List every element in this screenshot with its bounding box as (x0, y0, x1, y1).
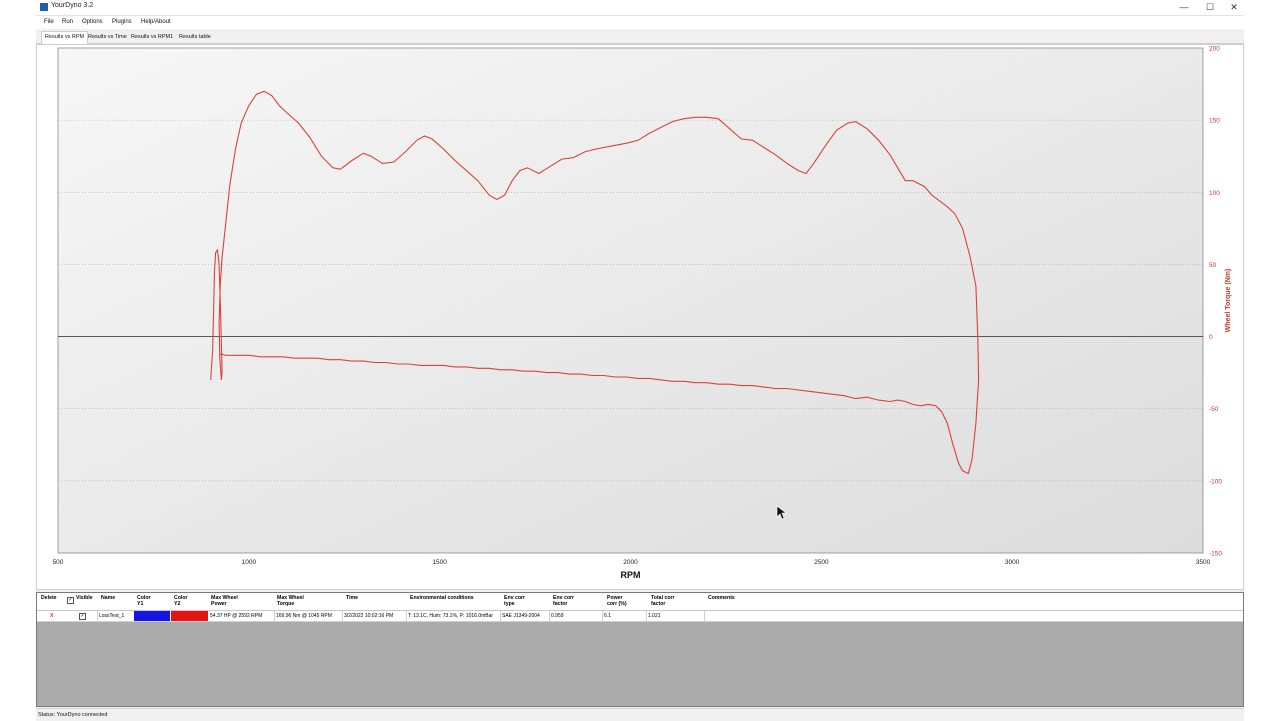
cell-env-type: SAE J1349-2004 (502, 613, 540, 619)
app-window: YourDyno 3.2 — ☐ ✕ File Run Options Plug… (36, 0, 1244, 721)
cell-divider (549, 611, 550, 621)
torque-chart[interactable]: 500 1000 1500 2000 2500 3000 3500 200150100500… (37, 45, 1243, 589)
window-title: YourDyno 3.2 (51, 2, 94, 9)
minimize-button[interactable]: — (1172, 0, 1196, 15)
col-total-corr: Total corr factor (651, 595, 675, 607)
y-tick-label: -50 (1209, 406, 1219, 413)
cell-total-corr: 1.021 (648, 613, 661, 619)
y-tick-label: 200 (1209, 46, 1220, 53)
cell-env: T: 13.1C, Hum: 73.1%, P: 1016.0mBar (408, 613, 494, 619)
cell-divider (500, 611, 501, 621)
chart-panel[interactable]: 500 1000 1500 2000 2500 3000 3500 200 150 100 50 0… (36, 44, 1244, 590)
title-bar: YourDyno 3.2 — ☐ ✕ (36, 0, 1244, 16)
app-icon (40, 3, 48, 11)
menu-run[interactable]: Run (62, 19, 73, 25)
col-color-y2: Color Y2 (174, 595, 188, 607)
status-bar: Status: YourDyno connected (36, 708, 1244, 721)
col-env-factor: Env corr factor (553, 595, 575, 607)
tab-results-vs-rpm[interactable]: Results vs RPM (41, 31, 89, 45)
col-power-corr: Power corr (%) (607, 595, 627, 607)
tab-results-table[interactable]: Results table (176, 32, 214, 43)
col-env-type: Env corr type (504, 595, 526, 607)
table-row[interactable]: X ✓ LossTest_1 54.37 HP @ 2592 RPM 169.9… (37, 611, 1243, 622)
y-tick-label: 0 (1209, 334, 1213, 341)
menu-options[interactable]: Options (82, 19, 103, 25)
y-tick-label: 150 (1209, 118, 1220, 125)
col-comments: Comments (708, 595, 735, 601)
maximize-button[interactable]: ☐ (1198, 0, 1222, 15)
cell-name[interactable]: LossTest_1 (99, 613, 124, 619)
delete-row-button[interactable]: X (50, 613, 53, 619)
x-tick-label: 2500 (814, 559, 829, 566)
col-env: Environmental conditions (410, 595, 474, 601)
status-text: Status: YourDyno connected (38, 712, 108, 718)
cell-power-corr: 6.1 (604, 613, 611, 619)
x-tick-label: 3000 (1005, 559, 1020, 566)
col-max-torque: Max Wheel Torque (277, 595, 304, 607)
grid-header: Delete ✓ Visible Name Color Y1 Color Y2 … (37, 593, 1243, 611)
cell-divider (342, 611, 343, 621)
col-color-y1: Color Y1 (137, 595, 151, 607)
col-time: Time (346, 595, 359, 601)
plot-area (57, 47, 1204, 554)
x-tick-label: 2000 (623, 559, 638, 566)
x-tick-label: 1500 (432, 559, 447, 566)
visible-all-checkbox[interactable]: ✓ (67, 597, 74, 604)
color-y1-swatch[interactable] (134, 611, 170, 621)
cell-time: 3/2/2022 10:02:16 PM (344, 613, 394, 619)
y-tick-label: -150 (1209, 551, 1222, 558)
results-grid: Delete ✓ Visible Name Color Y1 Color Y2 … (36, 592, 1244, 707)
col-max-power: Max Wheel Power (211, 595, 238, 607)
tab-results-vs-time[interactable]: Results vs Time (85, 32, 130, 43)
cell-max-power: 54.37 HP @ 2592 RPM (210, 613, 263, 619)
menu-bar: File Run Options Plugins Help/About (36, 16, 1244, 29)
col-visible: Visible (76, 595, 93, 601)
cell-divider (97, 611, 98, 621)
cell-divider (704, 611, 705, 621)
x-tick-label: 3500 (1196, 559, 1211, 566)
tab-results-vs-rpm1[interactable]: Results vs RPM1 (128, 32, 176, 43)
row-visible-checkbox[interactable]: ✓ (79, 613, 86, 620)
col-name: Name (101, 595, 116, 601)
cell-divider (274, 611, 275, 621)
cell-divider (406, 611, 407, 621)
x-axis-label: RPM (621, 570, 641, 580)
menu-help-about[interactable]: Help/About (141, 19, 171, 25)
y2-axis-label: Wheel Torque (Nm) (1225, 269, 1232, 333)
screen: YourDyno 3.2 — ☐ ✕ File Run Options Plug… (0, 0, 1280, 721)
x-tick-label: 500 (53, 559, 64, 566)
cell-divider (602, 611, 603, 621)
col-delete: Delete (41, 595, 57, 601)
color-y2-swatch[interactable] (171, 611, 208, 621)
x-tick-label: 1000 (242, 559, 257, 566)
close-button[interactable]: ✕ (1222, 0, 1246, 15)
cell-max-torque: 169.96 Nm @ 1045 RPM (276, 613, 332, 619)
tab-bar: Results vs RPM Results vs Time Results v… (36, 30, 1244, 45)
cell-env-factor: 0.959 (551, 613, 564, 619)
y-tick-label: 100 (1209, 190, 1220, 197)
menu-plugins[interactable]: Plugins (112, 19, 132, 25)
cell-divider (646, 611, 647, 621)
y-tick-label: 50 (1209, 262, 1217, 269)
y-tick-label: -100 (1209, 478, 1222, 485)
menu-file[interactable]: File (44, 19, 54, 25)
